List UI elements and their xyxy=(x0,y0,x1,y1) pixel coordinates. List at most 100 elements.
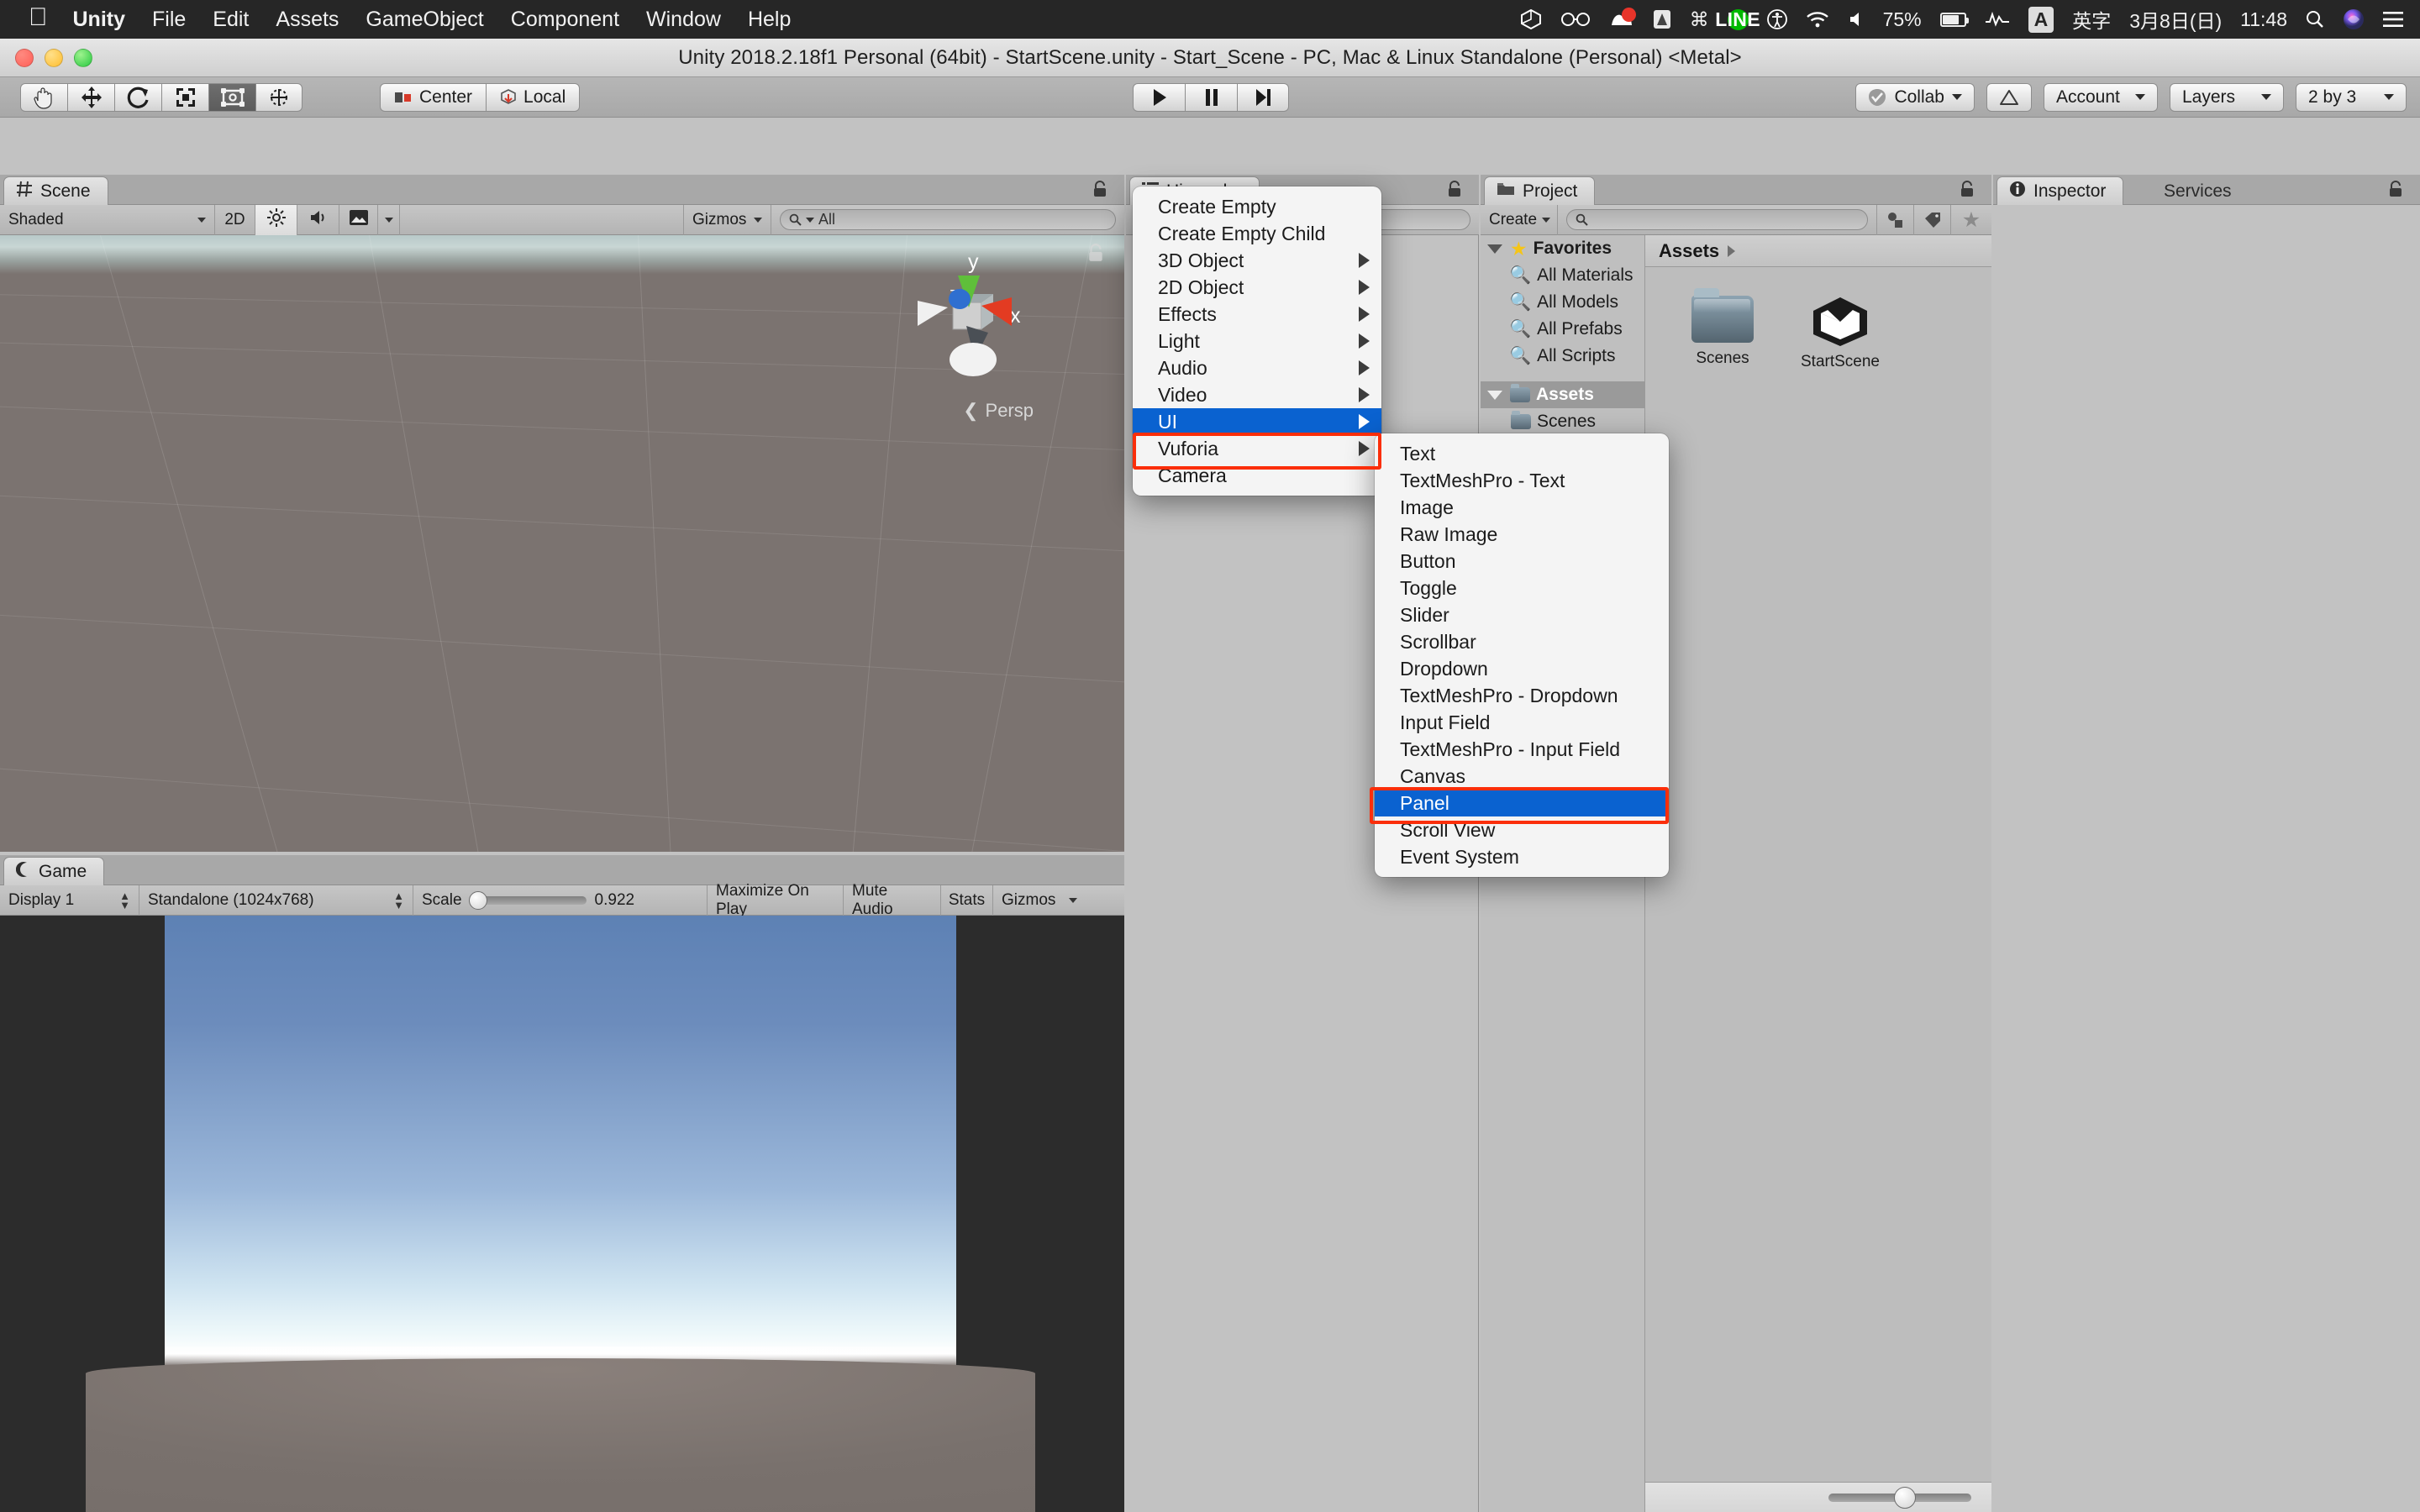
project-asset-grid[interactable]: Assets Scenes StartScene xyxy=(1645,235,1991,1512)
search-icon[interactable] xyxy=(2306,10,2324,29)
project-tree-assets[interactable]: Assets xyxy=(1481,381,1644,408)
waveform-icon[interactable] xyxy=(1985,12,2010,27)
collab-button[interactable]: Collab xyxy=(1855,82,1975,112)
asset-item-startscene[interactable]: StartScene xyxy=(1781,296,1899,371)
layers-button[interactable]: Layers xyxy=(2170,82,2284,112)
scene-projection-label[interactable]: ❮ Persp xyxy=(963,400,1034,422)
battery-icon[interactable] xyxy=(1939,12,1969,27)
minimize-button[interactable] xyxy=(45,49,63,67)
project-zoom-slider[interactable] xyxy=(1828,1486,1971,1509)
game-aspect-dropdown[interactable]: Standalone (1024x768) ▲ ▼ xyxy=(139,885,413,916)
game-scale-slider-group[interactable]: Scale 0.922 xyxy=(413,885,708,916)
favorite-all-models[interactable]: 🔍 All Models xyxy=(1481,289,1644,316)
scene-audio-toggle[interactable] xyxy=(297,204,339,235)
lock-icon[interactable] xyxy=(1960,181,1975,202)
maximize-button[interactable] xyxy=(74,49,92,67)
ui-menu-item-textmeshpro-input-field[interactable]: TextMeshPro - Input Field xyxy=(1375,736,1669,763)
menu-gameobject[interactable]: GameObject xyxy=(366,8,483,32)
menu-item-3d-object[interactable]: 3D Object xyxy=(1133,247,1381,274)
pivot-mode-button[interactable]: Center xyxy=(380,82,487,112)
ui-menu-item-input-field[interactable]: Input Field xyxy=(1375,709,1669,736)
scene-search-input[interactable]: All xyxy=(780,209,1116,230)
list-icon[interactable] xyxy=(2383,11,2403,28)
layout-button[interactable]: 2 by 3 xyxy=(2296,82,2407,112)
toggle-2d-button[interactable]: 2D xyxy=(215,204,255,235)
menu-item-vuforia[interactable]: Vuforia xyxy=(1133,435,1381,462)
favorite-all-materials[interactable]: 🔍 All Materials xyxy=(1481,262,1644,289)
scale-slider-knob[interactable] xyxy=(468,890,487,910)
scene-fx-toggle[interactable] xyxy=(339,204,378,235)
menu-help[interactable]: Help xyxy=(748,8,791,32)
volume-icon[interactable] xyxy=(1848,11,1865,28)
step-button[interactable] xyxy=(1237,82,1289,112)
tab-inspector[interactable]: Inspector xyxy=(1996,176,2124,205)
command-icon[interactable]: ⌘ xyxy=(1690,8,1709,31)
close-button[interactable] xyxy=(15,49,34,67)
accessibility-icon[interactable] xyxy=(1766,9,1787,29)
ui-menu-item-button[interactable]: Button xyxy=(1375,548,1669,575)
ui-menu-item-text[interactable]: Text xyxy=(1375,440,1669,467)
menu-item-video[interactable]: Video xyxy=(1133,381,1381,408)
ui-menu-item-scrollbar[interactable]: Scrollbar xyxy=(1375,628,1669,655)
project-filter-label-button[interactable] xyxy=(1914,204,1951,235)
ui-menu-item-textmeshpro-dropdown[interactable]: TextMeshPro - Dropdown xyxy=(1375,682,1669,709)
apple-icon[interactable]:  xyxy=(29,5,48,30)
scale-tool-button[interactable] xyxy=(161,82,208,112)
ui-menu-item-scroll-view[interactable]: Scroll View xyxy=(1375,816,1669,843)
drive-icon[interactable] xyxy=(1653,9,1671,29)
rotate-tool-button[interactable] xyxy=(114,82,161,112)
game-display-dropdown[interactable]: Display 1 ▲ ▼ xyxy=(0,885,139,916)
menu-edit[interactable]: Edit xyxy=(213,8,249,32)
menu-item-light[interactable]: Light xyxy=(1133,328,1381,354)
rect-transform-tool-button[interactable] xyxy=(208,82,255,112)
project-favorite-button[interactable]: ★ xyxy=(1951,205,1991,235)
menu-component[interactable]: Component xyxy=(511,8,619,32)
hand-tool-button[interactable] xyxy=(20,82,67,112)
ui-submenu[interactable]: Text TextMeshPro - Text Image Raw Image … xyxy=(1375,433,1669,877)
asset-item-scenes[interactable]: Scenes xyxy=(1664,288,1781,371)
unity-logo-icon[interactable] xyxy=(1520,9,1542,29)
project-tree-scenes[interactable]: Scenes xyxy=(1481,408,1644,435)
menu-item-audio[interactable]: Audio xyxy=(1133,354,1381,381)
stats-button[interactable]: Stats xyxy=(941,885,993,916)
scene-gizmos-dropdown[interactable]: Gizmos xyxy=(684,204,771,235)
pivot-rotation-button[interactable]: Local xyxy=(486,82,581,112)
input-source-letter[interactable]: A xyxy=(2028,6,2054,33)
maximize-on-play-button[interactable]: Maximize On Play xyxy=(708,882,844,918)
menu-item-create-empty-child[interactable]: Create Empty Child xyxy=(1133,220,1381,247)
project-filter-type-button[interactable] xyxy=(1877,204,1914,235)
scene-viewport[interactable]: y x z ❮Persp xyxy=(0,235,1124,852)
tab-game[interactable]: Game xyxy=(3,857,105,885)
ui-menu-item-raw-image[interactable]: Raw Image xyxy=(1375,521,1669,548)
dog-icon[interactable] xyxy=(1609,8,1636,29)
ui-menu-item-dropdown[interactable]: Dropdown xyxy=(1375,655,1669,682)
ui-menu-item-event-system[interactable]: Event System xyxy=(1375,843,1669,870)
cloud-button[interactable] xyxy=(1986,82,2032,112)
mute-audio-button[interactable]: Mute Audio xyxy=(844,882,941,918)
account-button[interactable]: Account xyxy=(2044,82,2158,112)
scene-fx-dropdown[interactable] xyxy=(378,204,400,235)
game-viewport[interactable] xyxy=(0,916,1124,1512)
lock-icon[interactable] xyxy=(1447,181,1462,202)
ui-menu-item-image[interactable]: Image xyxy=(1375,494,1669,521)
scene-lighting-toggle[interactable] xyxy=(255,204,297,235)
menu-item-create-empty[interactable]: Create Empty xyxy=(1133,193,1381,220)
zoom-slider-knob[interactable] xyxy=(1894,1486,1916,1509)
tab-services[interactable]: Services xyxy=(2151,176,2249,205)
glasses-icon[interactable] xyxy=(1560,11,1591,28)
menu-item-camera[interactable]: Camera xyxy=(1133,462,1381,489)
game-scale-slider[interactable] xyxy=(468,890,587,910)
ui-menu-item-toggle[interactable]: Toggle xyxy=(1375,575,1669,601)
lock-icon[interactable] xyxy=(1092,181,1107,197)
project-create-button[interactable]: Create xyxy=(1481,204,1558,235)
siri-icon[interactable] xyxy=(2343,8,2365,30)
transform-tool-button[interactable] xyxy=(255,82,302,112)
project-search-input[interactable] xyxy=(1566,209,1868,230)
gameobject-create-menu[interactable]: Create Empty Create Empty Child 3D Objec… xyxy=(1133,186,1381,496)
line-icon[interactable]: LINE xyxy=(1715,8,1760,30)
ui-menu-item-canvas[interactable]: Canvas xyxy=(1375,763,1669,790)
tab-scene[interactable]: Scene xyxy=(3,176,108,205)
lock-icon[interactable] xyxy=(2388,181,2403,202)
favorite-all-scripts[interactable]: 🔍 All Scripts xyxy=(1481,343,1644,370)
project-favorites-root[interactable]: ★ Favorites xyxy=(1481,235,1644,262)
